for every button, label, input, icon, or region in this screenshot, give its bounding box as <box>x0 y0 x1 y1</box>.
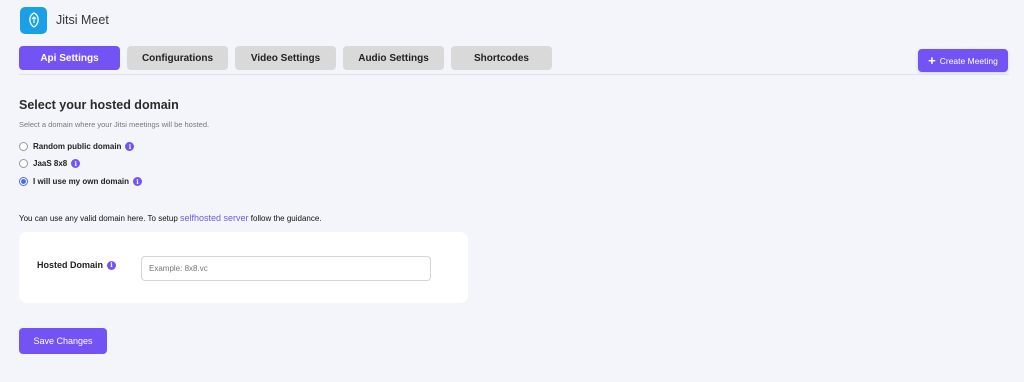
hosted-domain-card: Hosted Domain i <box>19 232 468 303</box>
plus-icon: + <box>928 53 936 68</box>
section-title: Select your hosted domain <box>19 98 179 112</box>
hosted-domain-label: Hosted Domain <box>37 260 104 270</box>
info-icon[interactable]: i <box>71 159 81 168</box>
info-icon[interactable]: i <box>107 260 117 270</box>
radio-label: Random public domain <box>33 142 122 151</box>
tab-shortcodes[interactable]: Shortcodes <box>451 46 552 70</box>
radio-button[interactable] <box>19 142 28 151</box>
tabs-divider <box>19 74 1009 75</box>
save-changes-button[interactable]: Save Changes <box>19 328 107 354</box>
section-description: Select a domain where your Jitsi meeting… <box>19 120 210 129</box>
tab-video-settings[interactable]: Video Settings <box>235 46 336 70</box>
app-title: Jitsi Meet <box>56 13 109 27</box>
radio-label: JaaS 8x8 <box>33 159 68 168</box>
info-icon[interactable]: i <box>125 142 135 151</box>
guidance-prefix: You can use any valid domain here. To se… <box>19 214 178 223</box>
guidance-suffix: follow the guidance. <box>250 214 322 223</box>
info-icon[interactable]: i <box>133 177 143 186</box>
radio-jaas-8x8[interactable]: JaaS 8x8 i <box>19 159 81 168</box>
create-meeting-label: Create Meeting <box>939 55 998 66</box>
selfhosted-server-link[interactable]: selfhosted server <box>180 213 249 223</box>
hosted-domain-input[interactable] <box>141 256 431 281</box>
tab-api-settings[interactable]: Api Settings <box>19 46 120 70</box>
radio-label: I will use my own domain <box>33 177 130 186</box>
create-meeting-button[interactable]: + Create Meeting <box>918 49 1008 72</box>
radio-button-checked[interactable] <box>19 177 28 186</box>
jitsi-logo-icon <box>20 6 47 34</box>
guidance-text: You can use any valid domain here. To se… <box>19 213 322 223</box>
tab-audio-settings[interactable]: Audio Settings <box>343 46 444 70</box>
radio-random-public-domain[interactable]: Random public domain i <box>19 142 135 151</box>
radio-own-domain[interactable]: I will use my own domain i <box>19 177 143 186</box>
radio-button[interactable] <box>19 159 28 168</box>
top-bar: Jitsi Meet <box>0 0 1024 40</box>
settings-tabs: Api Settings Configurations Video Settin… <box>19 46 552 70</box>
tab-configurations[interactable]: Configurations <box>127 46 228 70</box>
hosted-domain-label-row: Hosted Domain i <box>37 260 117 270</box>
